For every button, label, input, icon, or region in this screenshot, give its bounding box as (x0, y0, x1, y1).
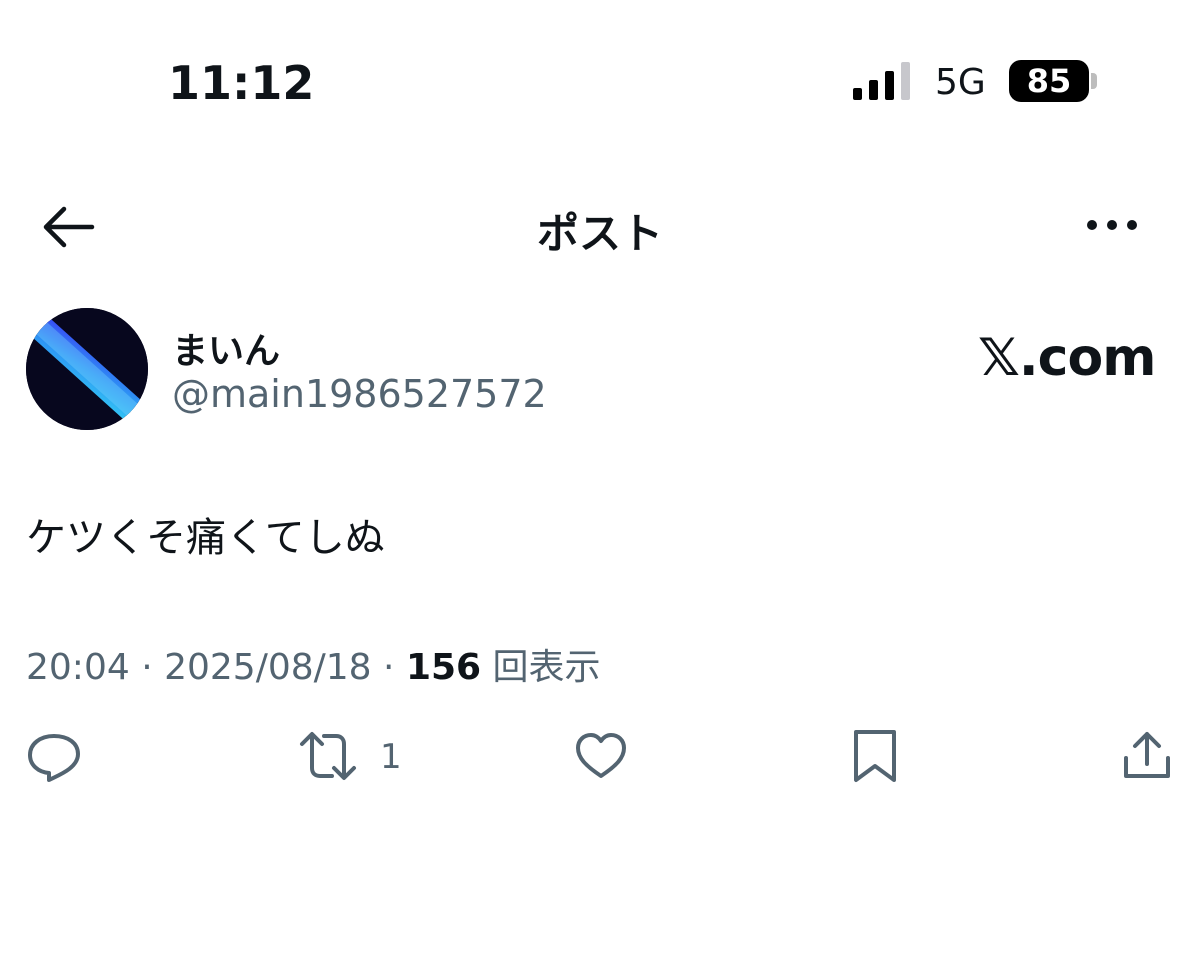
retweet-icon (300, 732, 356, 780)
meta-separator: · (141, 647, 165, 688)
network-type: 5G (935, 62, 986, 103)
bookmark-button[interactable] (850, 728, 900, 784)
bookmark-icon (854, 730, 896, 782)
battery-cap (1091, 73, 1097, 89)
avatar[interactable] (26, 308, 148, 430)
like-button[interactable] (574, 728, 628, 784)
reply-icon (28, 734, 80, 782)
display-name[interactable]: まいん (172, 322, 280, 374)
meta-separator: · (383, 647, 406, 688)
more-horizontal-icon (1087, 220, 1137, 230)
views-count: 156 (405, 647, 482, 688)
status-time: 11:12 (168, 56, 315, 110)
reply-button[interactable] (26, 728, 82, 784)
post-meta: 20:04 · 2025/08/18 · 156 回表示 (26, 638, 601, 690)
battery-level: 85 (1009, 60, 1089, 102)
user-handle[interactable]: @main1986527572 (172, 372, 547, 416)
post-text: ケツくそ痛くてしぬ (26, 515, 385, 561)
share-button[interactable] (1120, 728, 1174, 784)
cellular-signal-icon (853, 62, 910, 100)
retweet-count: 1 (380, 737, 402, 777)
post-time: 20:04 (26, 647, 130, 688)
retweet-button[interactable] (298, 728, 358, 784)
more-options-button[interactable] (1084, 213, 1140, 237)
heart-icon (576, 733, 626, 778)
share-icon (1124, 732, 1170, 778)
post-date: 2025/08/18 (164, 647, 372, 688)
avatar-image (26, 308, 148, 430)
x-watermark: 𝕏.com (978, 328, 1156, 388)
page-title: ポスト (536, 209, 663, 258)
views-label: 回表示 (492, 647, 601, 688)
